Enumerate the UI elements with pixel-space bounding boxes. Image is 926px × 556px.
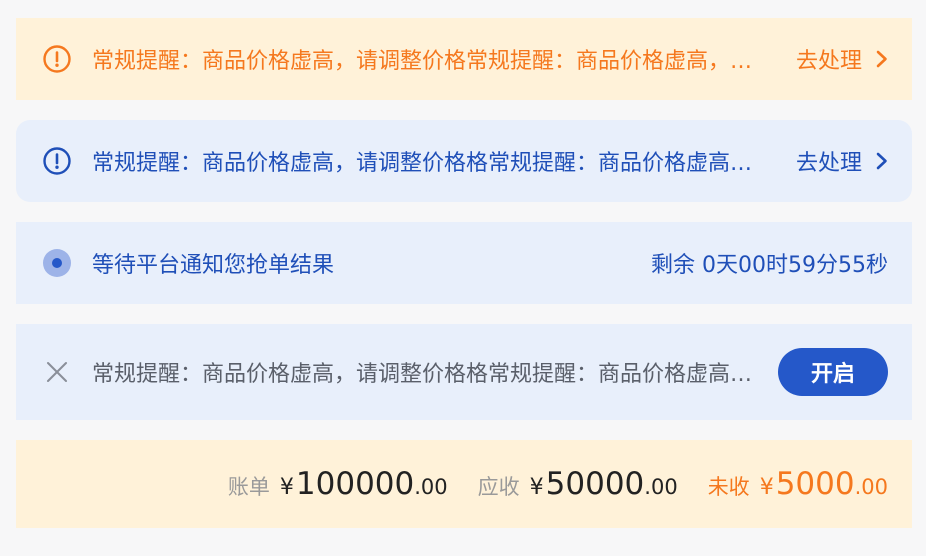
blue-alert-message: 常规提醒：商品价格虚高，请调整价格格常规提醒：商品价格虚高，请调整价格 [92,151,766,176]
waiting-status-bar: 等待平台通知您抢单结果 剩余 0天00时59分55秒 [16,222,912,304]
bill-decimal: .00 [414,475,448,499]
bill-amount: ¥100000.00 [280,466,448,502]
blue-alert-bar: 常规提醒：商品价格虚高，请调整价格格常规提醒：商品价格虚高，请调整价格 去处理 [16,120,912,202]
orange-alert-action[interactable]: 去处理 [796,43,888,75]
summary-bar: 账单 ¥100000.00 应收 ¥50000.00 未收 ¥5000.00 [16,440,912,528]
unreceived-integer: 5000 [775,466,855,502]
receivable-integer: 50000 [545,466,645,502]
chevron-right-icon [876,50,888,68]
countdown-timer: 剩余 0天00时59分55秒 [651,253,888,278]
bill-stat: 账单 ¥100000.00 [228,466,448,502]
notice-message: 常规提醒：商品价格虚高，请调整价格格常规提醒：商品价格虚高，请调整价格 [92,362,754,387]
receivable-amount: ¥50000.00 [530,466,678,502]
exclamation-circle-icon [42,146,72,176]
unreceived-decimal: .00 [854,475,888,499]
unreceived-amount: ¥5000.00 [760,466,888,502]
unreceived-currency: ¥ [759,475,774,500]
close-icon[interactable] [42,357,72,387]
open-button[interactable]: 开启 [778,348,888,396]
bill-integer: 100000 [295,466,415,502]
waiting-message: 等待平台通知您抢单结果 [92,253,335,278]
unreceived-label: 未收 [707,475,750,499]
receivable-decimal: .00 [644,475,678,499]
orange-alert-message: 常规提醒：商品价格虚高，请调整价格常规提醒：商品价格虚高，请调整价格 [92,49,766,74]
notice-bar: 常规提醒：商品价格虚高，请调整价格格常规提醒：商品价格虚高，请调整价格 开启 [16,324,912,420]
exclamation-circle-icon [42,44,72,74]
orange-alert-action-label: 去处理 [795,49,862,74]
page: 常规提醒：商品价格虚高，请调整价格常规提醒：商品价格虚高，请调整价格 去处理 常… [0,0,926,556]
radio-dot-icon [42,248,72,278]
unreceived-stat: 未收 ¥5000.00 [708,466,888,502]
orange-alert-bar: 常规提醒：商品价格虚高，请调整价格常规提醒：商品价格虚高，请调整价格 去处理 [16,18,912,100]
blue-alert-action[interactable]: 去处理 [796,145,888,177]
blue-alert-action-label: 去处理 [795,151,862,176]
bill-currency: ¥ [279,475,294,500]
receivable-label: 应收 [477,475,520,499]
receivable-stat: 应收 ¥50000.00 [478,466,678,502]
bill-label: 账单 [227,475,270,499]
chevron-right-icon [876,152,888,170]
receivable-currency: ¥ [529,475,544,500]
